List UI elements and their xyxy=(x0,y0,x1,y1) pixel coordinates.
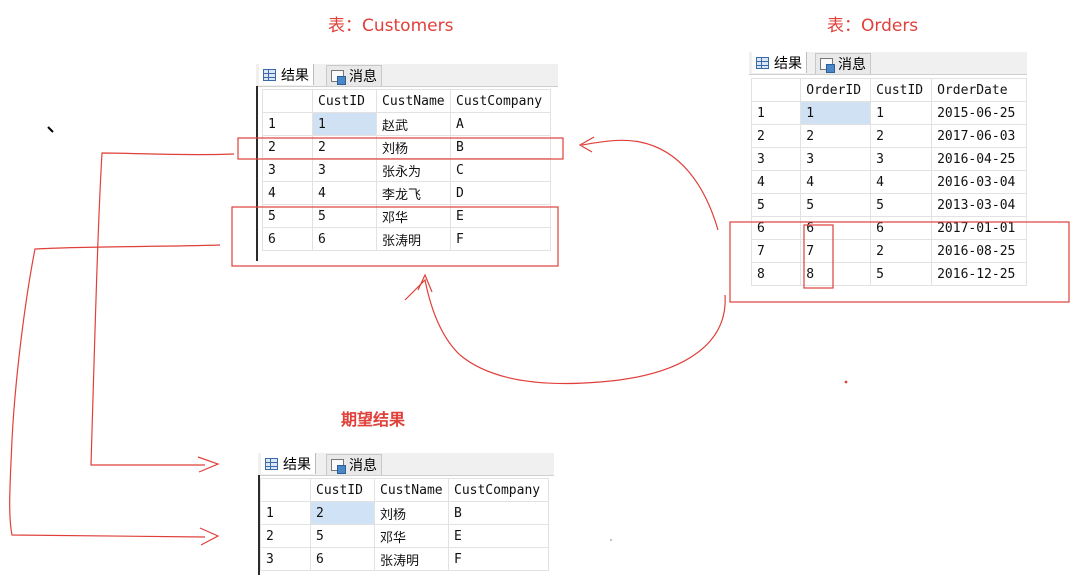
arrow-orders-to-row2 xyxy=(581,139,719,231)
stray-dot xyxy=(844,380,848,384)
stray-dot-grey xyxy=(610,539,612,541)
link-row2-to-expected xyxy=(90,152,235,466)
customers-rows56-highlight xyxy=(231,206,559,267)
orders-rows678-highlight xyxy=(729,221,1070,303)
customers-row2-highlight xyxy=(237,137,564,160)
link-rows56-to-expected xyxy=(9,244,221,538)
arrow-orders-to-rows56 xyxy=(404,278,726,385)
orders-orderid-highlight xyxy=(803,224,834,289)
arrow-head-rows56 xyxy=(417,273,433,293)
annotation-overlay xyxy=(9,126,1070,546)
stray-mark xyxy=(47,126,54,133)
